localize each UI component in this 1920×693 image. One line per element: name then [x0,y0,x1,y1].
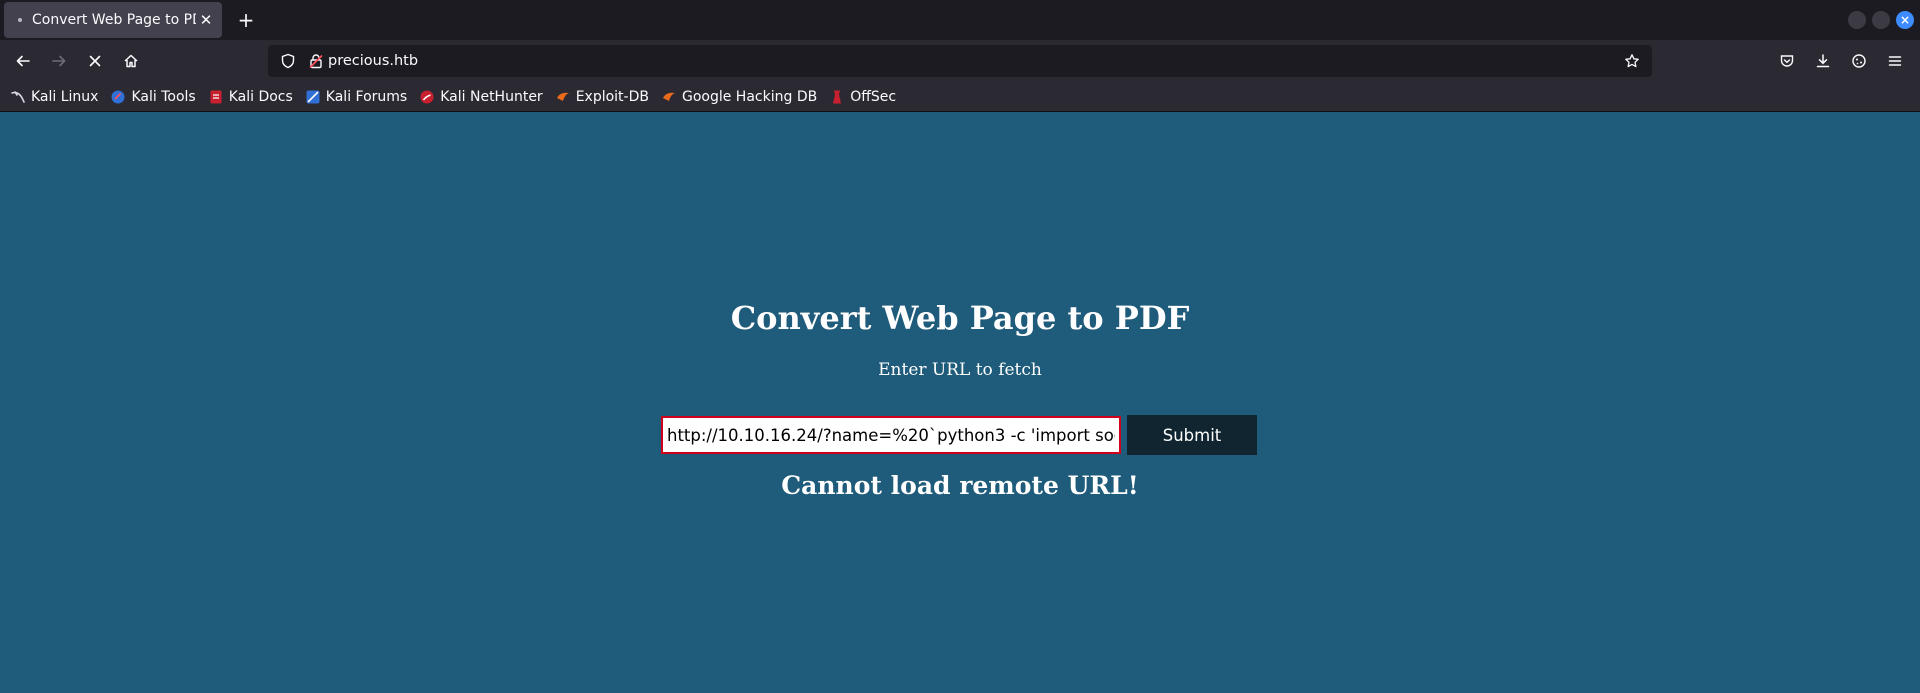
tracking-protection-shield-icon[interactable] [274,47,302,75]
window-close-button[interactable]: × [1896,11,1914,29]
stop-loading-button[interactable] [81,47,109,75]
downloads-button[interactable] [1809,47,1837,75]
kali-dragon-icon [10,89,26,105]
extension-cookie-icon [1852,54,1866,68]
bookmark-kali-tools[interactable]: Kali Tools [110,89,196,105]
menu-button[interactable] [1881,47,1909,75]
url-input[interactable] [661,416,1121,454]
url-text[interactable]: precious.htb [328,45,418,77]
tab-loading-indicator [18,18,22,22]
submit-button[interactable]: Submit [1127,415,1257,455]
insecure-lock-icon[interactable] [302,47,330,75]
kali-forums-icon [305,89,321,105]
offsec-icon [829,89,845,105]
bookmark-kali-docs[interactable]: Kali Docs [208,89,293,105]
minimize-button[interactable] [1848,11,1866,29]
page-title: Convert Web Page to PDF [730,299,1190,337]
bookmark-offsec[interactable]: OffSec [829,89,896,105]
error-message: Cannot load remote URL! [781,471,1139,500]
bookmark-kali-nethunter[interactable]: Kali NetHunter [419,89,543,105]
tab-close-icon[interactable]: ✕ [196,11,216,29]
pocket-button[interactable] [1773,47,1801,75]
tab-title: Convert Web Page to PDF [32,12,196,28]
address-bar[interactable]: precious.htb [268,45,1652,77]
new-tab-button[interactable]: + [232,6,260,34]
bookmark-kali-forums[interactable]: Kali Forums [305,89,407,105]
bookmark-exploit-db[interactable]: Exploit-DB [555,89,649,105]
navigation-toolbar: precious.htb [0,40,1920,82]
pocket-icon [1780,55,1794,67]
kali-tools-icon [110,89,126,105]
download-icon [1816,54,1830,68]
hamburger-menu-icon [1888,56,1902,66]
bookmarks-toolbar: Kali Linux Kali Tools Kali Docs Kali For… [0,82,1920,112]
back-arrow-icon [16,55,30,67]
maximize-button[interactable] [1872,11,1890,29]
kali-docs-icon [208,89,224,105]
stop-x-icon [89,55,101,67]
bookmark-kali-linux[interactable]: Kali Linux [10,89,98,105]
tab-active[interactable]: Convert Web Page to PDF ✕ [4,2,222,38]
back-button[interactable] [9,47,37,75]
exploit-db-icon [555,89,571,105]
extensions-button[interactable] [1845,47,1873,75]
bookmark-star-icon[interactable] [1618,47,1646,75]
home-icon [124,54,138,68]
ghdb-icon [661,89,677,105]
page-subtitle: Enter URL to fetch [878,360,1042,380]
tab-strip: Convert Web Page to PDF ✕ + × [0,0,1920,40]
nethunter-icon [419,89,435,105]
page-content: Convert Web Page to PDF Enter URL to fet… [0,113,1920,693]
forward-arrow-icon [52,55,66,67]
home-button[interactable] [117,47,145,75]
bookmark-google-hacking-db[interactable]: Google Hacking DB [661,89,817,105]
forward-button[interactable] [45,47,73,75]
